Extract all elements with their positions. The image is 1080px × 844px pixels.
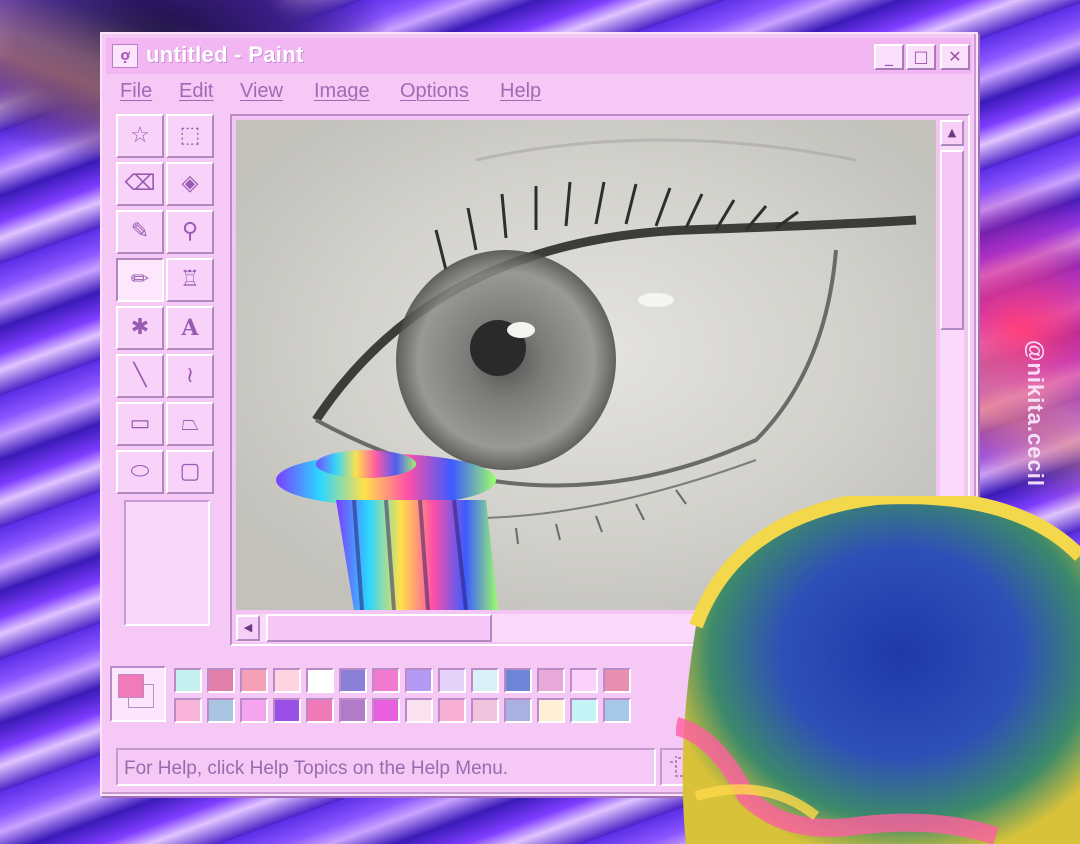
palette-swatch[interactable] — [570, 668, 598, 693]
menu-image[interactable]: Image — [314, 80, 370, 103]
palette-swatch[interactable] — [306, 668, 334, 693]
line-icon: ╲ — [133, 363, 147, 388]
color-palette — [110, 664, 650, 726]
rectangle-tool-button[interactable]: ▭ — [116, 402, 164, 446]
palette-swatch[interactable] — [504, 668, 532, 693]
palette-swatch[interactable] — [471, 668, 499, 693]
palette-swatch[interactable] — [537, 698, 565, 723]
palette-swatch[interactable] — [339, 668, 367, 693]
close-button[interactable]: ✕ — [940, 44, 970, 70]
free-form-select-icon: ☆ — [130, 123, 150, 148]
palette-swatch[interactable] — [240, 668, 268, 693]
text-icon: A — [181, 315, 199, 341]
airbrush-tool-button[interactable]: ✱ — [116, 306, 164, 350]
color-picker-icon: ✎ — [130, 219, 150, 244]
menu-options[interactable]: Options — [400, 80, 469, 103]
palette-swatch[interactable] — [438, 668, 466, 693]
ellipse-tool-button[interactable]: ⬭ — [116, 450, 164, 494]
palette-swatch[interactable] — [207, 698, 235, 723]
palette-swatch[interactable] — [471, 698, 499, 723]
pencil-icon: ✏ — [130, 267, 150, 292]
toolbox: ☆ ⬚ ⌫ ◈ ✎ ⚲ ✏ ♖ ✱ A ╲ ≀ ▭ ⏢ ⬭ ▢ — [116, 114, 220, 498]
fill-bucket-tool-button[interactable]: ◈ — [166, 162, 214, 206]
rect-select-icon: ⬚ — [179, 123, 201, 148]
rectangle-icon: ▭ — [129, 411, 151, 436]
artist-watermark: @nikita.cecil — [1023, 340, 1048, 487]
current-colors[interactable] — [110, 666, 166, 722]
palette-swatch[interactable] — [372, 668, 400, 693]
foreground-color[interactable] — [118, 674, 144, 698]
menu-bar: File Edit View Image Options Help — [106, 76, 972, 108]
eraser-icon: ⌫ — [124, 171, 156, 196]
palette-swatch[interactable] — [603, 698, 631, 723]
line-tool-button[interactable]: ╲ — [116, 354, 164, 398]
palette-swatch[interactable] — [306, 698, 334, 723]
color-picker-tool-button[interactable]: ✎ — [116, 210, 164, 254]
palette-swatch[interactable] — [174, 698, 202, 723]
palette-swatch[interactable] — [405, 698, 433, 723]
rect-select-tool-button[interactable]: ⬚ — [166, 114, 214, 158]
holographic-skull-image — [676, 496, 1080, 844]
magnifier-icon: ⚲ — [181, 219, 199, 244]
vertical-scroll-thumb[interactable] — [940, 150, 964, 330]
palette-swatch[interactable] — [273, 698, 301, 723]
status-help-text: For Help, click Help Topics on the Help … — [124, 758, 509, 779]
menu-edit[interactable]: Edit — [179, 80, 213, 103]
polygon-icon: ⏢ — [181, 411, 199, 436]
rounded-rect-icon: ▢ — [179, 459, 201, 484]
palette-swatch[interactable] — [438, 698, 466, 723]
polygon-tool-button[interactable]: ⏢ — [166, 402, 214, 446]
palette-swatch[interactable] — [570, 698, 598, 723]
scroll-left-button[interactable]: ◀ — [236, 615, 260, 641]
menu-file[interactable]: File — [120, 80, 152, 103]
airbrush-icon: ✱ — [130, 315, 150, 340]
palette-swatch[interactable] — [240, 698, 268, 723]
text-tool-button[interactable]: A — [166, 306, 214, 350]
palette-swatch[interactable] — [273, 668, 301, 693]
horizontal-scroll-thumb[interactable] — [266, 614, 492, 642]
brush-icon: ♖ — [180, 267, 200, 292]
menu-view[interactable]: View — [240, 80, 283, 103]
palette-swatch[interactable] — [537, 668, 565, 693]
maximize-button[interactable]: □ — [906, 44, 936, 70]
tool-options-box[interactable] — [124, 500, 210, 626]
palette-swatch[interactable] — [207, 668, 235, 693]
status-bar: For Help, click Help Topics on the Help … — [116, 748, 656, 786]
curve-icon: ≀ — [185, 363, 195, 388]
pencil-tool-button[interactable]: ✏ — [116, 258, 164, 302]
magnifier-tool-button[interactable]: ⚲ — [166, 210, 214, 254]
fill-bucket-icon: ◈ — [181, 171, 199, 196]
palette-swatch[interactable] — [174, 668, 202, 693]
minimize-button[interactable]: _ — [874, 44, 904, 70]
title-bar[interactable]: ợ untitled - Paint _ □ ✕ — [106, 38, 972, 74]
eraser-tool-button[interactable]: ⌫ — [116, 162, 164, 206]
palette-swatch[interactable] — [603, 668, 631, 693]
window-title: untitled - Paint — [146, 42, 304, 67]
brush-tool-button[interactable]: ♖ — [166, 258, 214, 302]
menu-help[interactable]: Help — [500, 80, 541, 103]
palette-swatch[interactable] — [405, 668, 433, 693]
paint-app-icon[interactable]: ợ — [112, 44, 138, 68]
palette-swatch[interactable] — [339, 698, 367, 723]
free-form-select-tool-button[interactable]: ☆ — [116, 114, 164, 158]
curve-tool-button[interactable]: ≀ — [166, 354, 214, 398]
palette-swatch[interactable] — [372, 698, 400, 723]
palette-swatch[interactable] — [504, 698, 532, 723]
scroll-up-button[interactable]: ▲ — [940, 120, 964, 146]
ellipse-icon: ⬭ — [130, 459, 150, 484]
rounded-rect-tool-button[interactable]: ▢ — [166, 450, 214, 494]
